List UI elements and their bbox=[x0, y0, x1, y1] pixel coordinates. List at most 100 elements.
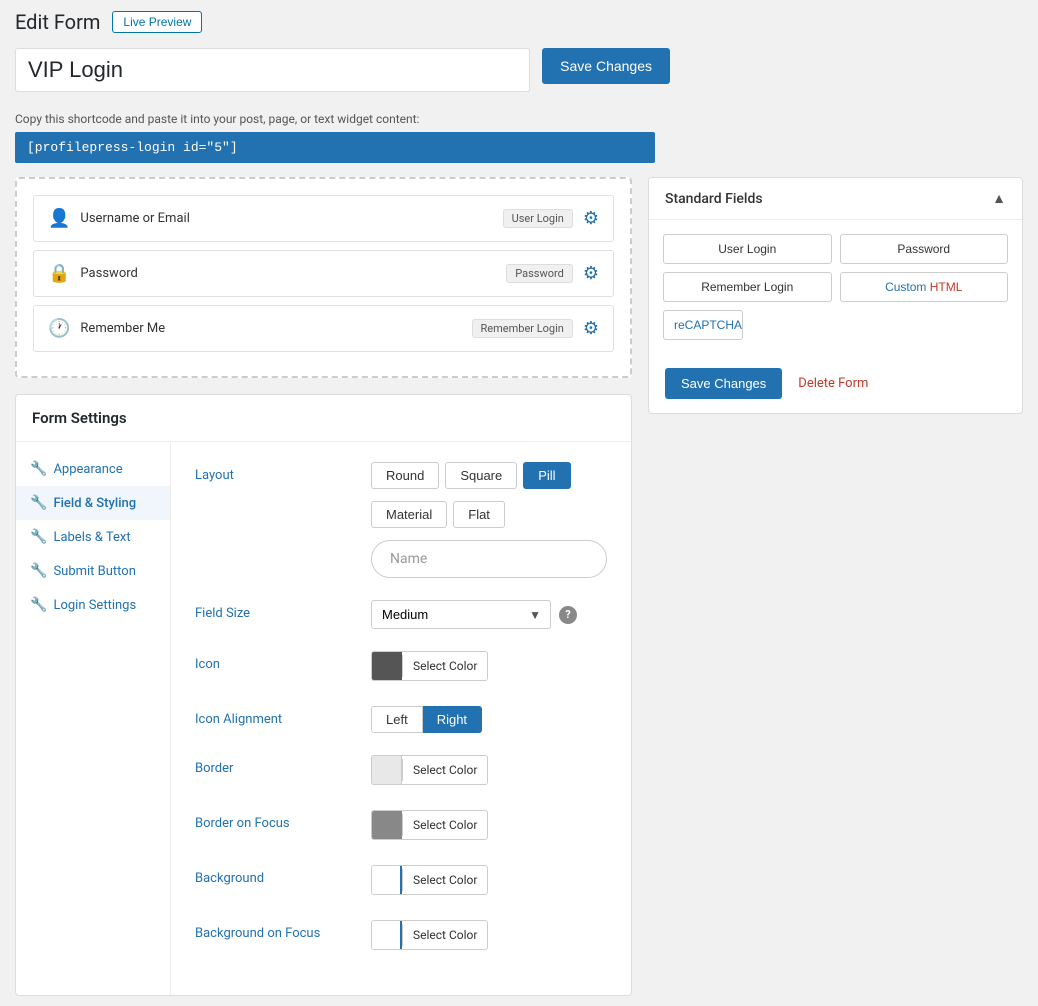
wrench-icon-field-styling: 🔧 bbox=[30, 495, 47, 511]
field-label-password: Password bbox=[80, 266, 498, 281]
layout-btn-material[interactable]: Material bbox=[371, 501, 447, 528]
form-settings-title: Form Settings bbox=[16, 395, 631, 442]
icon-label: Icon bbox=[195, 651, 355, 672]
setting-row-field-size: Field Size Small Medium Large bbox=[195, 600, 607, 629]
setting-row-layout: Layout Round Square Pill Material Flat bbox=[195, 462, 607, 578]
form-name-input[interactable] bbox=[15, 48, 530, 92]
background-focus-color-button[interactable]: Select Color bbox=[371, 920, 488, 950]
background-focus-color-label: Select Color bbox=[402, 924, 487, 946]
field-gear-remember[interactable]: ⚙ bbox=[583, 318, 599, 339]
nav-item-labels-text[interactable]: 🔧 Labels & Text bbox=[16, 520, 170, 554]
layout-control: Round Square Pill Material Flat Name bbox=[371, 462, 607, 578]
border-color-button[interactable]: Select Color bbox=[371, 755, 488, 785]
field-gear-username[interactable]: ⚙ bbox=[583, 208, 599, 229]
field-btn-recaptcha[interactable]: reCAPTCHA bbox=[663, 310, 743, 340]
wrench-icon-submit: 🔧 bbox=[30, 563, 47, 579]
pill-input-preview: Name bbox=[371, 540, 607, 578]
help-icon[interactable]: ? bbox=[559, 606, 577, 624]
field-btn-user-login[interactable]: User Login bbox=[663, 234, 832, 264]
live-preview-button[interactable]: Live Preview bbox=[112, 11, 202, 33]
field-size-label: Field Size bbox=[195, 600, 355, 621]
border-focus-label: Border on Focus bbox=[195, 810, 355, 831]
field-btn-custom-html[interactable]: Custom HTML bbox=[840, 272, 1009, 302]
background-color-label: Select Color bbox=[402, 869, 487, 891]
field-label-username: Username or Email bbox=[80, 211, 494, 226]
collapse-icon[interactable]: ▲ bbox=[992, 190, 1006, 207]
background-label: Background bbox=[195, 865, 355, 886]
icon-color-button[interactable]: Select Color bbox=[371, 651, 488, 681]
background-color-swatch bbox=[372, 866, 402, 894]
field-tag-remember: Remember Login bbox=[472, 319, 573, 338]
nav-item-submit-button[interactable]: 🔧 Submit Button bbox=[16, 554, 170, 588]
field-btn-password[interactable]: Password bbox=[840, 234, 1009, 264]
nav-item-field-styling[interactable]: 🔧 Field & Styling bbox=[16, 486, 170, 520]
save-delete-row: Save Changes Delete Form bbox=[649, 354, 1022, 413]
shortcode-box: [profilepress-login id="5"] bbox=[15, 132, 655, 163]
save-changes-button-right[interactable]: Save Changes bbox=[665, 368, 782, 399]
background-focus-color-swatch bbox=[372, 921, 402, 949]
form-settings: Form Settings 🔧 Appearance 🔧 Field & Sty… bbox=[15, 394, 632, 996]
nav-label-login-settings: Login Settings bbox=[53, 598, 136, 613]
settings-content: Layout Round Square Pill Material Flat bbox=[171, 442, 631, 995]
form-preview: 👤 Username or Email User Login ⚙ 🔒 Passw… bbox=[15, 177, 632, 378]
field-row-username: 👤 Username or Email User Login ⚙ bbox=[33, 195, 614, 242]
nav-label-appearance: Appearance bbox=[53, 462, 122, 477]
delete-form-link[interactable]: Delete Form bbox=[798, 376, 868, 391]
field-size-select[interactable]: Small Medium Large bbox=[371, 600, 551, 629]
setting-row-background: Background Select Color bbox=[195, 865, 607, 898]
background-focus-control: Select Color bbox=[371, 920, 607, 953]
page-title: Edit Form bbox=[15, 10, 100, 34]
border-color-control: Select Color bbox=[371, 755, 607, 788]
standard-fields-panel: Standard Fields ▲ User Login Password Re… bbox=[648, 177, 1023, 414]
align-btn-right[interactable]: Right bbox=[423, 706, 482, 733]
layout-btn-flat[interactable]: Flat bbox=[453, 501, 505, 528]
field-label-remember: Remember Me bbox=[80, 321, 463, 336]
nav-label-field-styling: Field & Styling bbox=[53, 496, 136, 511]
background-color-button[interactable]: Select Color bbox=[371, 865, 488, 895]
layout-btn-round[interactable]: Round bbox=[371, 462, 439, 489]
field-size-select-container: Small Medium Large ▼ bbox=[371, 600, 551, 629]
icon-color-swatch bbox=[372, 652, 402, 680]
field-tag-username: User Login bbox=[503, 209, 573, 228]
field-row-remember: 🕐 Remember Me Remember Login ⚙ bbox=[33, 305, 614, 352]
fields-grid: User Login Password Remember Login Custo… bbox=[649, 220, 1022, 354]
layout-buttons-2: Material Flat bbox=[371, 501, 607, 528]
layout-buttons: Round Square Pill bbox=[371, 462, 607, 489]
shortcode-hint: Copy this shortcode and paste it into yo… bbox=[15, 112, 670, 126]
border-focus-color-swatch bbox=[372, 811, 402, 839]
field-btn-remember-login[interactable]: Remember Login bbox=[663, 272, 832, 302]
background-color-control: Select Color bbox=[371, 865, 607, 898]
icon-color-label: Select Color bbox=[402, 655, 487, 677]
setting-row-icon: Icon Select Color bbox=[195, 651, 607, 684]
nav-item-appearance[interactable]: 🔧 Appearance bbox=[16, 452, 170, 486]
field-tag-password: Password bbox=[506, 264, 573, 283]
setting-row-icon-alignment: Icon Alignment Left Right bbox=[195, 706, 607, 733]
settings-nav: 🔧 Appearance 🔧 Field & Styling 🔧 Labels … bbox=[16, 442, 171, 995]
align-btn-left[interactable]: Left bbox=[371, 706, 423, 733]
setting-row-border-focus: Border on Focus Select Color bbox=[195, 810, 607, 843]
field-row-password: 🔒 Password Password ⚙ bbox=[33, 250, 614, 297]
user-icon: 👤 bbox=[48, 208, 70, 229]
icon-alignment-control: Left Right bbox=[371, 706, 607, 733]
border-focus-color-button[interactable]: Select Color bbox=[371, 810, 488, 840]
layout-btn-square[interactable]: Square bbox=[445, 462, 517, 489]
save-changes-button-top[interactable]: Save Changes bbox=[542, 48, 670, 84]
wrench-icon-login: 🔧 bbox=[30, 597, 47, 613]
border-color-swatch bbox=[372, 756, 402, 784]
field-gear-password[interactable]: ⚙ bbox=[583, 263, 599, 284]
standard-fields-title: Standard Fields bbox=[665, 191, 763, 207]
border-focus-control: Select Color bbox=[371, 810, 607, 843]
align-buttons: Left Right bbox=[371, 706, 607, 733]
setting-row-background-focus: Background on Focus Select Color bbox=[195, 920, 607, 953]
layout-btn-pill[interactable]: Pill bbox=[523, 462, 570, 489]
standard-fields-header: Standard Fields ▲ bbox=[649, 178, 1022, 220]
nav-item-login-settings[interactable]: 🔧 Login Settings bbox=[16, 588, 170, 622]
icon-color-control: Select Color bbox=[371, 651, 607, 684]
right-panel: Standard Fields ▲ User Login Password Re… bbox=[648, 177, 1023, 996]
nav-label-labels-text: Labels & Text bbox=[53, 530, 130, 545]
clock-icon: 🕐 bbox=[48, 318, 70, 339]
field-size-control: Small Medium Large ▼ ? bbox=[371, 600, 607, 629]
wrench-icon-appearance: 🔧 bbox=[30, 461, 47, 477]
setting-row-border: Border Select Color bbox=[195, 755, 607, 788]
border-focus-color-label: Select Color bbox=[402, 814, 487, 836]
